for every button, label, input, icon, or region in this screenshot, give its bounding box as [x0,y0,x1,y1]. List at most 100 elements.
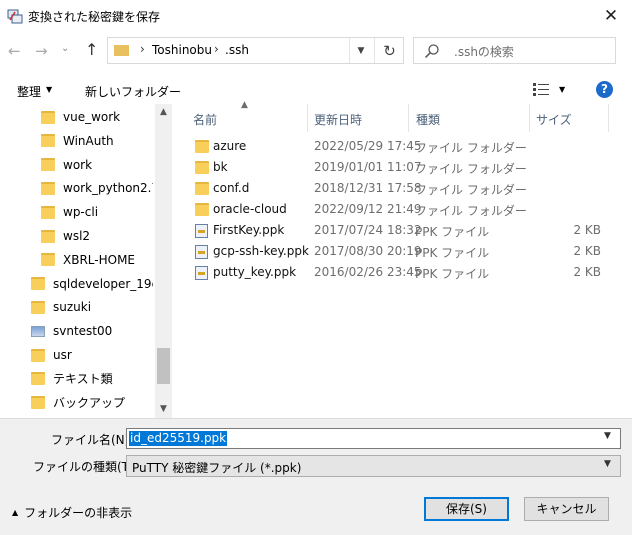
tree-item[interactable]: バックアップ [31,392,153,414]
tree-item[interactable]: work [41,154,153,176]
file-name: putty_key.ppk [213,265,297,279]
file-type: PPK ファイル [415,246,490,260]
file-date: 2016/02/26 23:45 [314,265,422,279]
file-size: 2 KB [573,265,601,279]
file-row[interactable]: conf.d 2018/12/31 17:58 ファイル フォルダー [193,178,613,199]
putty-app-icon [7,9,23,24]
close-icon: ✕ [603,6,619,26]
file-name: azure [213,139,247,153]
save-button[interactable]: 保存(S) [424,497,509,521]
chevron-down-icon[interactable]: ▼ [604,431,611,441]
column-divider[interactable] [408,104,409,132]
close-button[interactable]: ✕ [596,2,626,30]
folder-icon [195,140,209,153]
column-header-date[interactable]: 更新日時 [314,111,362,128]
folder-icon [41,229,55,243]
sort-ascending-icon: ▲ [241,100,248,110]
file-name: bk [213,160,228,174]
column-divider[interactable] [608,104,609,132]
address-bar[interactable]: › Toshinobu › .ssh ▼ ↻ [107,37,404,64]
help-icon[interactable]: ? [596,81,613,98]
tree-item[interactable]: XBRL-HOME [41,249,153,271]
caret-down-icon[interactable]: ▼ [46,85,52,94]
folder-icon [41,205,55,219]
scroll-down-icon[interactable]: ▼ [155,401,172,418]
tree-item[interactable]: usr [31,344,153,366]
folder-icon [41,181,55,195]
filename-input[interactable]: id_ed25519.ppk ▼ [126,428,621,449]
filename-value[interactable]: id_ed25519.ppk [129,431,228,446]
folder-icon [195,161,209,174]
tree-item[interactable]: sqldeveloper_19c [31,273,153,295]
tree-item[interactable]: WinAuth [41,130,153,152]
file-type: ファイル フォルダー [415,183,527,197]
file-type: PPK ファイル [415,267,490,281]
tree-item[interactable]: テキスト類 [31,368,153,390]
column-header-type[interactable]: 種類 [416,111,440,128]
tree-item-label: work [63,157,93,172]
ppk-file-icon [195,245,208,259]
column-header-size[interactable]: サイズ [536,111,572,128]
folder-icon [31,396,45,410]
window-title: 変換された秘密鍵を保存 [28,10,161,24]
column-divider[interactable] [529,104,530,132]
file-type: ファイル フォルダー [415,141,527,155]
breadcrumb-separator[interactable]: › [214,42,219,56]
folder-icon [31,277,45,291]
refresh-icon[interactable]: ↻ [374,38,404,63]
tree-item-label: vue_work [63,110,121,124]
file-type: ファイル フォルダー [415,204,527,218]
forward-arrow-icon[interactable]: → [35,42,48,60]
file-row[interactable]: FirstKey.ppk 2017/07/24 18:32 PPK ファイル 2 KB [193,220,613,241]
organize-button[interactable]: 整理 [17,83,41,100]
caret-down-icon[interactable]: ▼ [559,85,565,94]
cancel-button[interactable]: キャンセル [524,497,609,521]
column-header-name[interactable]: 名前 [193,111,217,128]
new-folder-button[interactable]: 新しいフォルダー [85,83,181,100]
folder-icon [114,45,129,56]
column-divider[interactable] [307,104,308,132]
filetype-select[interactable]: PuTTY 秘密鍵ファイル (*.ppk) ▼ [126,455,621,477]
tree-item[interactable]: wsl2 [41,225,153,247]
file-size: 2 KB [573,223,601,237]
file-date: 2022/09/12 21:49 [314,202,422,216]
scrollbar-thumb[interactable] [157,348,170,384]
chevron-down-icon[interactable]: ▼ [349,38,372,63]
tree-item-label: usr [53,348,72,362]
breadcrumb-item[interactable]: .ssh [225,43,249,57]
chevron-down-icon[interactable]: ▼ [604,459,611,469]
file-date: 2022/05/29 17:45 [314,139,422,153]
tree-item[interactable]: suzuki [31,296,153,318]
hide-folders-toggle[interactable]: ▲ フォルダーの非表示 [12,504,132,521]
file-row[interactable]: gcp-ssh-key.ppk 2017/08/30 20:19 PPK ファイル 2… [193,241,613,262]
folder-icon [31,372,45,386]
file-date: 2018/12/31 17:58 [314,181,422,195]
tree-item[interactable]: vue_work [41,106,153,128]
up-arrow-icon[interactable]: ↑ [85,40,98,59]
title-bar: 変換された秘密鍵を保存 ✕ [0,0,632,32]
scroll-up-icon[interactable]: ▲ [155,104,172,121]
file-date: 2017/07/24 18:32 [314,223,422,237]
file-type: ファイル フォルダー [415,162,527,176]
file-date: 2019/01/01 11:07 [314,160,422,174]
tree-item[interactable]: wp-cli [41,201,153,223]
tree-item[interactable]: work_python2.7.1( [41,177,153,199]
tree-item-label: テキスト類 [53,372,113,387]
folder-icon [195,182,209,195]
file-row[interactable]: bk 2019/01/01 11:07 ファイル フォルダー [193,157,613,178]
ppk-file-icon [195,266,208,280]
back-arrow-icon[interactable]: ← [8,42,21,60]
tree-item-label: sqldeveloper_19c [53,276,153,291]
folder-icon [31,348,45,362]
recent-locations-chevron-icon[interactable]: ⌄ [61,43,69,54]
file-row[interactable]: azure 2022/05/29 17:45 ファイル フォルダー [193,136,613,157]
file-row[interactable]: putty_key.ppk 2016/02/26 23:45 PPK ファイル 2 K… [193,262,613,283]
file-row[interactable]: oracle-cloud 2022/09/12 21:49 ファイル フォルダー [193,199,613,220]
search-input[interactable]: .sshの検索 [413,37,616,64]
file-name: FirstKey.ppk [213,223,285,237]
tree-item-label: suzuki [53,300,92,315]
breadcrumb-item[interactable]: Toshinobu [152,43,212,57]
breadcrumb-separator[interactable]: › [140,42,145,56]
tree-item[interactable]: svntest00 [31,320,153,342]
view-options-icon[interactable] [533,82,549,96]
